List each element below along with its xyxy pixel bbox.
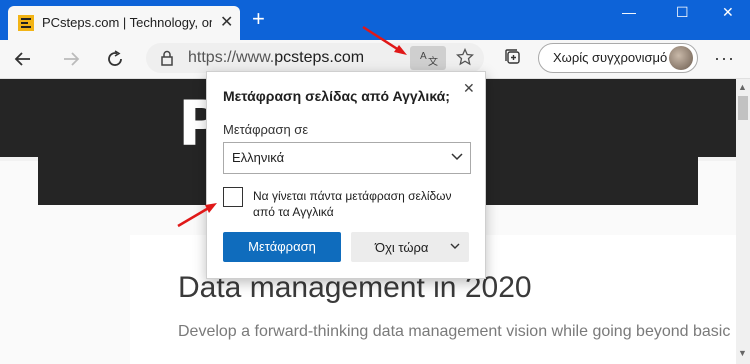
always-translate-checkbox[interactable] xyxy=(223,187,243,207)
not-now-button[interactable]: Όχι τώρα xyxy=(351,232,469,262)
translate-page-button[interactable]: A 文 xyxy=(410,46,446,70)
refresh-icon[interactable] xyxy=(104,48,126,70)
new-tab-button[interactable]: + xyxy=(252,8,265,30)
svg-text:文: 文 xyxy=(428,55,438,68)
translate-to-label: Μετάφραση σε xyxy=(223,122,309,137)
profile-sync-button[interactable]: Χωρίς συγχρονισμό xyxy=(538,43,698,73)
more-options-icon[interactable]: ··· xyxy=(714,48,735,69)
url-text[interactable]: https://www.pcsteps.com xyxy=(188,49,364,67)
translate-icon: A 文 xyxy=(420,51,438,68)
chevron-down-icon xyxy=(451,153,463,161)
not-now-label: Όχι τώρα xyxy=(375,240,429,255)
scrollbar-thumb[interactable] xyxy=(738,96,748,120)
profile-label: Χωρίς συγχρονισμό xyxy=(553,50,668,65)
always-translate-label: Να γίνεται πάντα μετάφραση σελίδων από τ… xyxy=(253,189,452,219)
tab-close-icon[interactable]: ✕ xyxy=(220,12,233,32)
translate-button[interactable]: Μετάφραση xyxy=(223,232,341,262)
popup-title: Μετάφραση σελίδας από Αγγλικά; xyxy=(223,88,450,104)
chevron-down-icon[interactable] xyxy=(449,240,461,252)
avatar xyxy=(669,46,693,70)
pcsteps-favicon-icon xyxy=(18,15,34,31)
minimize-button[interactable]: — xyxy=(622,4,636,20)
language-select[interactable]: Ελληνικά xyxy=(223,142,471,174)
language-value: Ελληνικά xyxy=(232,150,285,165)
lock-icon[interactable] xyxy=(160,50,174,66)
forward-arrow-icon[interactable] xyxy=(60,48,82,70)
scroll-down-icon[interactable]: ▼ xyxy=(738,348,747,358)
article-description: Develop a forward-thinking data manageme… xyxy=(178,323,731,340)
url-domain: pcsteps.com xyxy=(274,49,365,66)
scroll-up-icon[interactable]: ▲ xyxy=(738,82,747,92)
collections-icon[interactable] xyxy=(504,48,522,66)
window-close-button[interactable]: ✕ xyxy=(722,4,734,21)
favorite-star-icon[interactable] xyxy=(456,48,474,66)
browser-tab[interactable]: PCsteps.com | Technology, one s ✕ xyxy=(8,6,240,40)
tab-title: PCsteps.com | Technology, one s xyxy=(42,15,212,30)
popup-close-icon[interactable]: ✕ xyxy=(463,80,475,97)
page-scrollbar[interactable] xyxy=(736,79,750,364)
translate-popup: Μετάφραση σελίδας από Αγγλικά; ✕ Μετάφρα… xyxy=(206,71,486,279)
svg-text:A: A xyxy=(420,51,427,62)
back-arrow-icon[interactable] xyxy=(12,48,34,70)
url-protocol: https://www. xyxy=(188,49,275,66)
maximize-button[interactable]: ☐ xyxy=(676,4,689,21)
